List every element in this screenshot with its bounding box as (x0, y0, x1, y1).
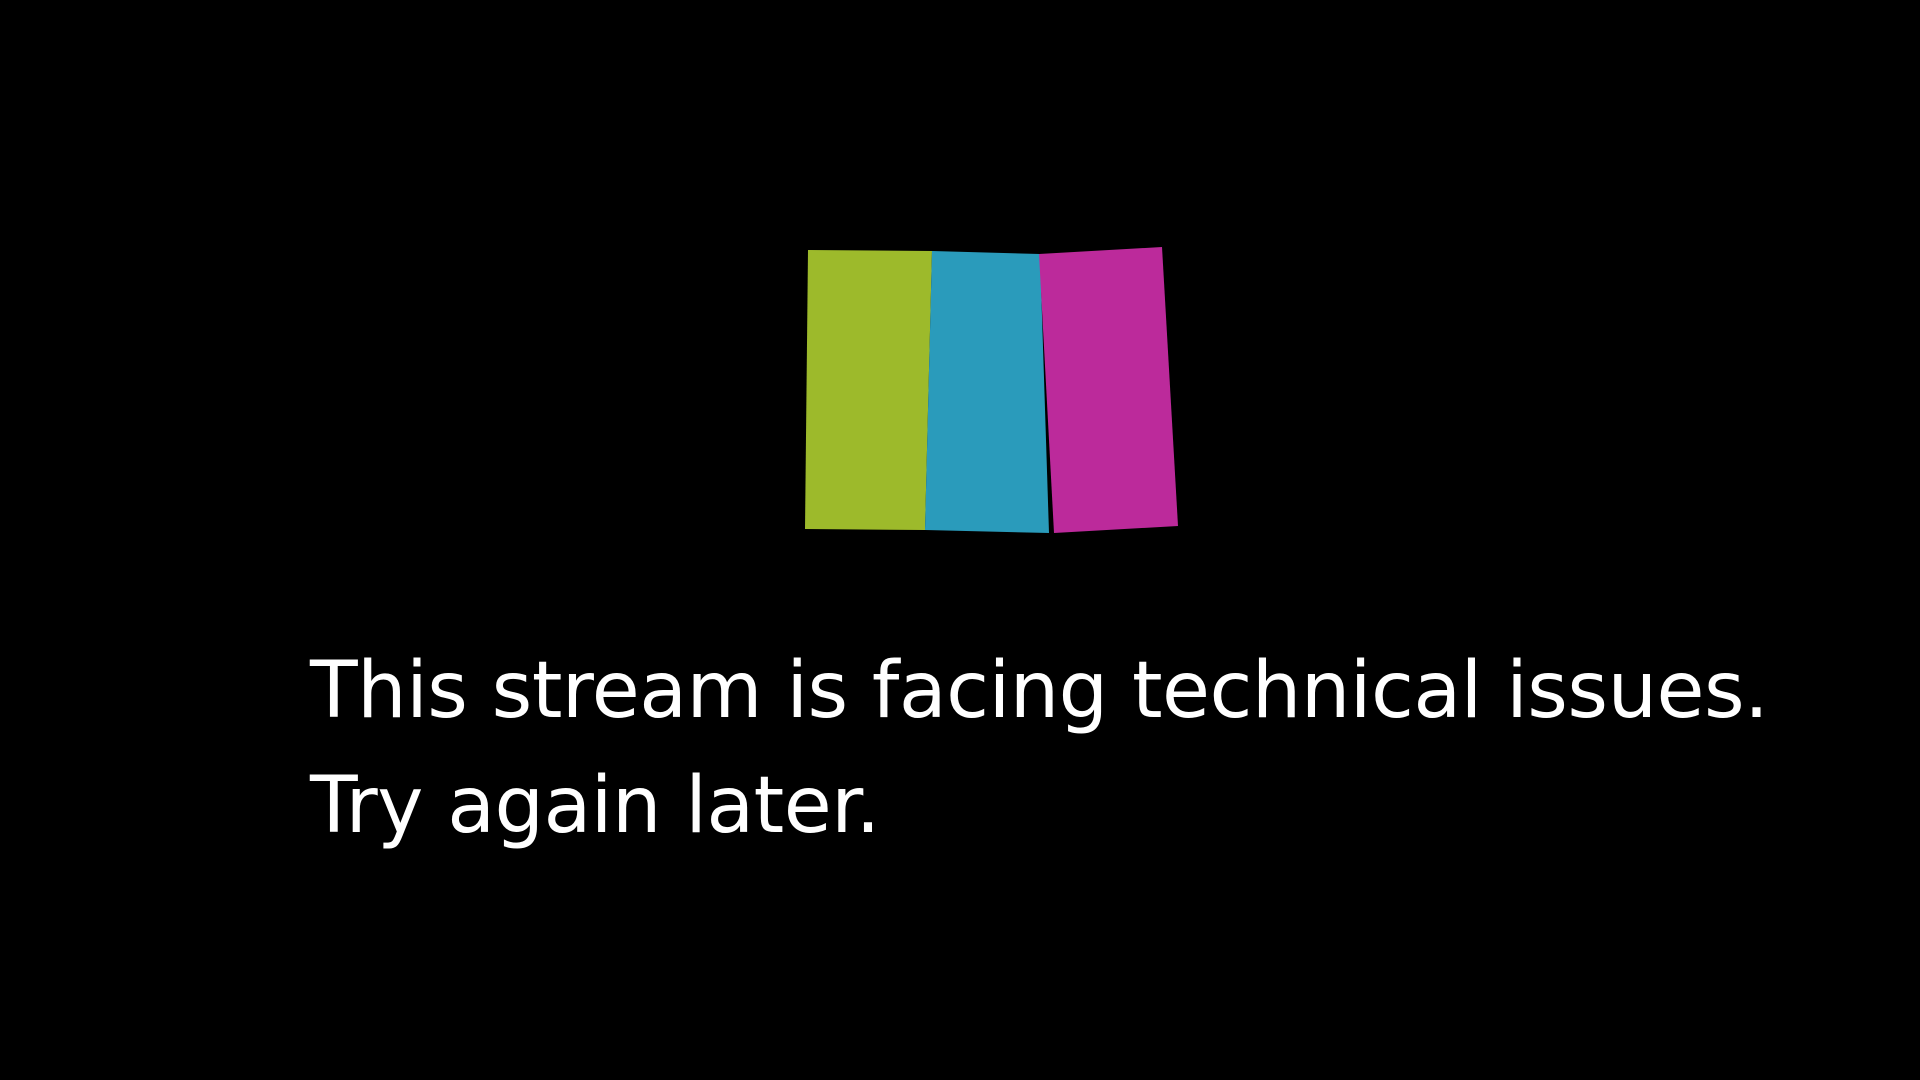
error-message-line-1: This stream is facing technical issues. (310, 646, 1769, 736)
broken-color-bars-icon (805, 247, 1178, 533)
stream-error-screen: This stream is facing technical issues. … (0, 0, 1920, 1080)
error-message: This stream is facing technical issues. … (310, 634, 1810, 864)
color-bar-magenta (1039, 247, 1178, 533)
error-message-line-2: Try again later. (310, 761, 880, 851)
color-bar-green (805, 250, 932, 530)
color-bar-blue (925, 251, 1049, 533)
